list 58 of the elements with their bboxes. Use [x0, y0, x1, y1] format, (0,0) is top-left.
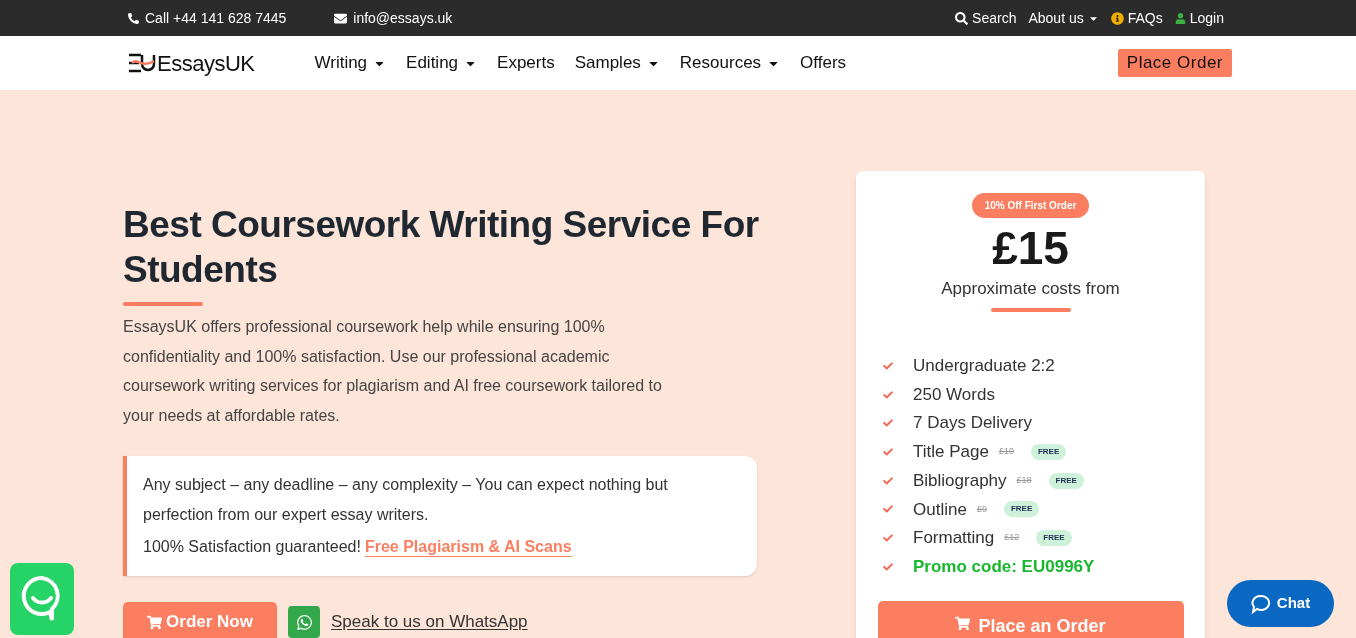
whatsapp-link[interactable]: Speak to us on WhatsApp [331, 609, 528, 635]
promo-code: Promo code: EU0996Y [913, 555, 1095, 578]
top-link[interactable]: About us [1028, 7, 1099, 29]
user-icon [1174, 12, 1186, 24]
email-link[interactable]: info@essays.uk [334, 7, 453, 29]
feature-label: 7 Days Delivery [913, 412, 1033, 435]
chat-button[interactable]: Chat [1227, 580, 1334, 627]
nav-link[interactable]: Experts [497, 50, 555, 76]
old-price: £10 [998, 445, 1014, 459]
old-price: £18 [1016, 473, 1032, 487]
chat-bubble-icon [1250, 593, 1271, 614]
intro-text: EssaysUK offers professional coursework help while ensuring 100% confidentiality and 100% satisfaction. Use our professional academic coursework writing services for plagiarism and AI free coursework tailored to your needs at affordable rates. [123, 317, 663, 426]
feature-label: Formatting [913, 527, 995, 550]
feature-label: Outline [913, 498, 967, 521]
feature-label: Bibliography [913, 469, 1007, 492]
check-icon [883, 446, 893, 457]
discount-badge: 10% Off First Order [971, 193, 1090, 218]
logo-mark-icon [128, 52, 156, 74]
old-price: £9 [976, 502, 987, 516]
price-caption: Approximate costs from [941, 278, 1120, 300]
nav-link[interactable]: Offers [800, 50, 847, 76]
nav-link[interactable]: Samples [574, 50, 660, 76]
cart-icon [955, 616, 971, 631]
nav-link[interactable]: Resources [679, 50, 781, 76]
free-tag: FREE [1048, 472, 1084, 489]
old-price: £12 [1004, 531, 1020, 545]
callout-text: Any subject – any deadline – any complexity – You can expect nothing but perfection from our expert essay writers. [143, 475, 669, 525]
guarantee-text: 100% Satisfaction guaranteed! [143, 537, 361, 557]
top-link[interactable]: Search [955, 7, 1017, 29]
check-icon [883, 418, 893, 429]
info-icon [1110, 11, 1124, 25]
free-tag: FREE [1003, 501, 1040, 518]
feature-label: Undergraduate 2:2 [913, 355, 1055, 378]
top-link[interactable]: FAQs [1110, 7, 1163, 29]
check-icon [883, 532, 893, 543]
mail-icon [334, 11, 348, 25]
feature-label: Title Page [913, 441, 989, 464]
check-icon [883, 504, 893, 515]
free-tag: FREE [1036, 529, 1072, 546]
cart-icon [147, 614, 163, 630]
nav-link[interactable]: Writing [314, 50, 387, 76]
logo[interactable]: EssaysUK [128, 46, 255, 80]
free-tag: FREE [1030, 443, 1067, 460]
feature-label: 250 Words [913, 383, 995, 406]
nav-link[interactable]: Editing [406, 50, 478, 76]
check-icon [883, 360, 893, 371]
phone-icon [128, 12, 139, 24]
check-icon [883, 389, 893, 400]
search-icon [955, 11, 969, 25]
check-icon [883, 561, 893, 572]
check-icon [883, 475, 893, 486]
chat-app-icon [10, 563, 74, 635]
page-heading: Best Coursework Writing Service For Students [123, 203, 760, 292]
place-order-button[interactable]: Place Order [1117, 49, 1232, 77]
phone-link[interactable]: Call +44 141 628 7445 [128, 7, 287, 29]
price-text: £15 [992, 221, 1069, 276]
whatsapp-icon [288, 606, 320, 638]
top-link[interactable]: Login [1174, 7, 1224, 29]
